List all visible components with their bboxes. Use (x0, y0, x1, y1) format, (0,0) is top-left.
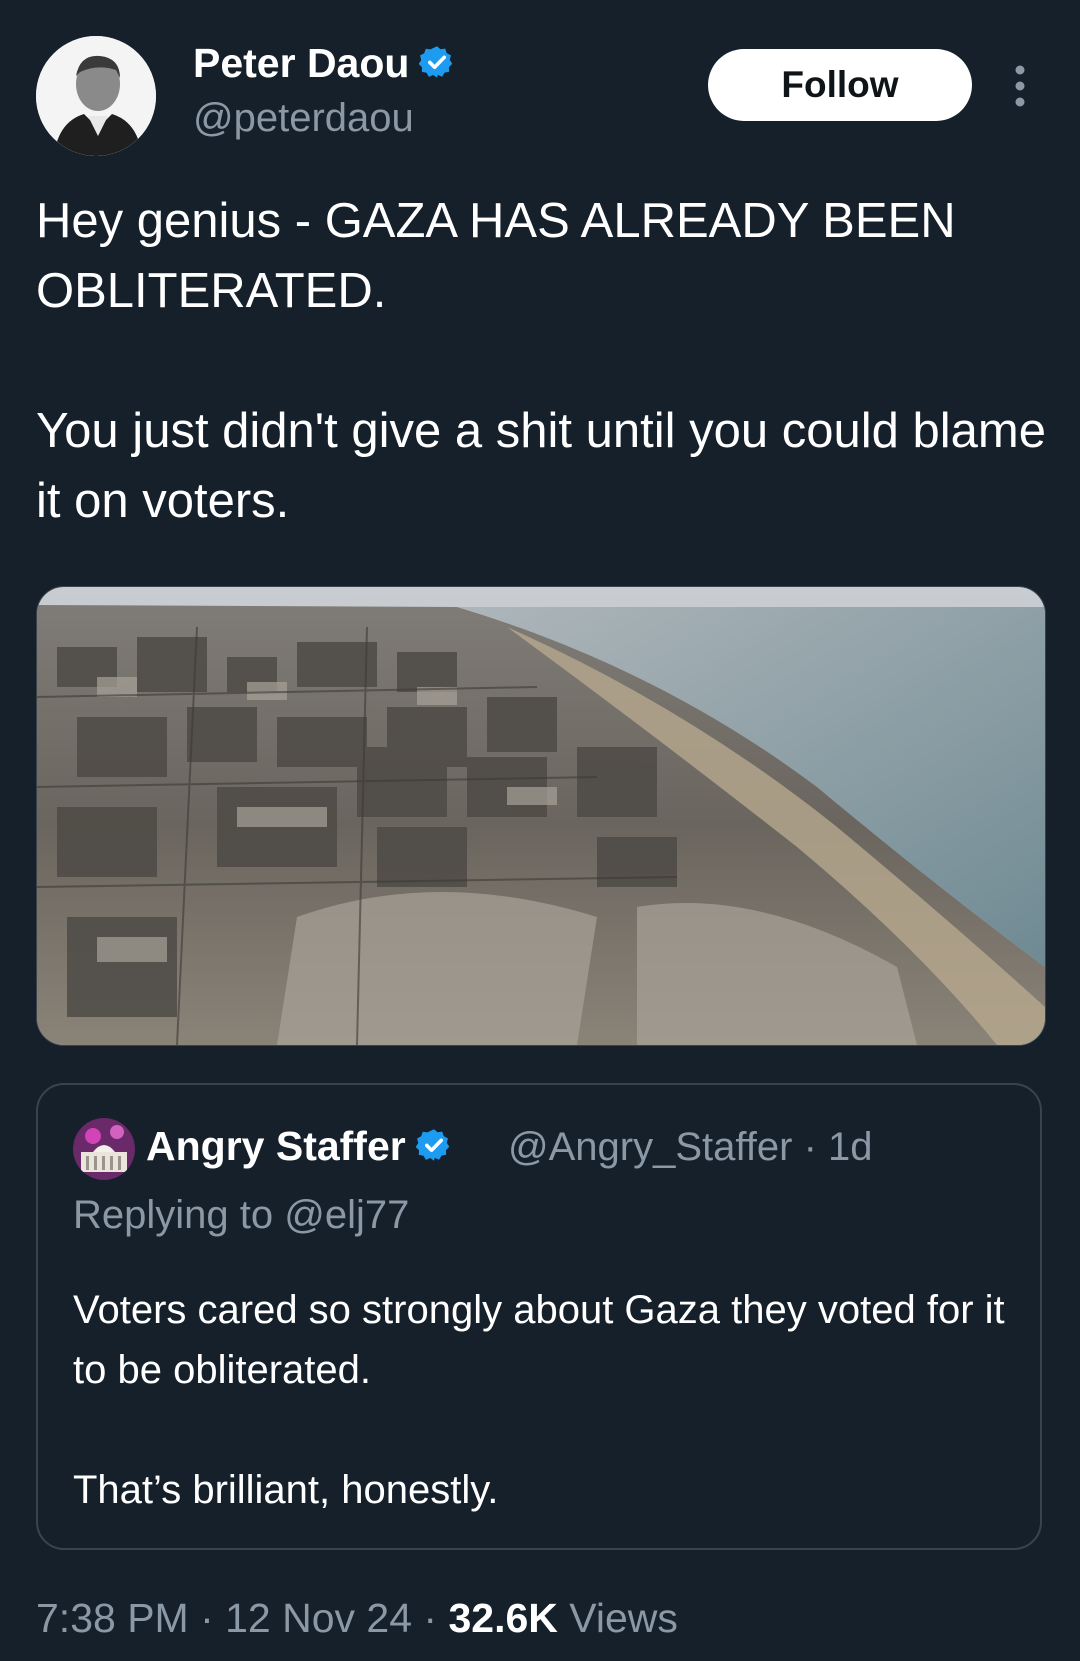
verified-badge-icon (415, 1126, 452, 1173)
tweet-paragraph-2: You just didn't give a shit until you co… (36, 404, 1046, 528)
quoted-author-name[interactable]: Angry Staffer (146, 1123, 452, 1173)
quoted-author-avatar[interactable] (73, 1118, 135, 1180)
tweet-media-image[interactable] (36, 586, 1046, 1046)
tweet-text: Hey genius - GAZA HAS ALREADY BEEN OBLIT… (36, 186, 1046, 536)
author-handle[interactable]: @peterdaou (193, 96, 414, 141)
quoted-paragraph-1: Voters cared so strongly about Gaza they… (73, 1288, 1005, 1392)
quoted-paragraph-2: That’s brilliant, honestly. (73, 1468, 499, 1512)
views-label: Views (557, 1595, 678, 1641)
verified-badge-icon (419, 43, 455, 90)
author-name[interactable]: Peter Daou (193, 40, 455, 90)
quoted-tweet[interactable]: Angry Staffer @Angry_Staffer · 1d Replyi… (36, 1083, 1042, 1550)
quoted-tweet-text: Voters cared so strongly about Gaza they… (73, 1280, 1013, 1520)
quoted-author-handle[interactable]: @Angry_Staffer · 1d (508, 1125, 873, 1170)
tweet-meta: 7:38 PM · 12 Nov 24 · 32.6K Views (36, 1595, 678, 1642)
views-count: 32.6K (448, 1595, 558, 1641)
follow-button[interactable]: Follow (708, 49, 972, 121)
quoted-author-name-text: Angry Staffer (146, 1123, 406, 1169)
author-name-text: Peter Daou (193, 40, 410, 86)
tweet-paragraph-1: Hey genius - GAZA HAS ALREADY BEEN OBLIT… (36, 194, 956, 318)
author-avatar[interactable] (36, 36, 156, 156)
replying-to-label[interactable]: Replying to @elj77 (73, 1193, 409, 1238)
timestamp[interactable]: 7:38 PM · 12 Nov 24 · (36, 1595, 448, 1641)
more-options-icon[interactable] (1008, 64, 1032, 108)
